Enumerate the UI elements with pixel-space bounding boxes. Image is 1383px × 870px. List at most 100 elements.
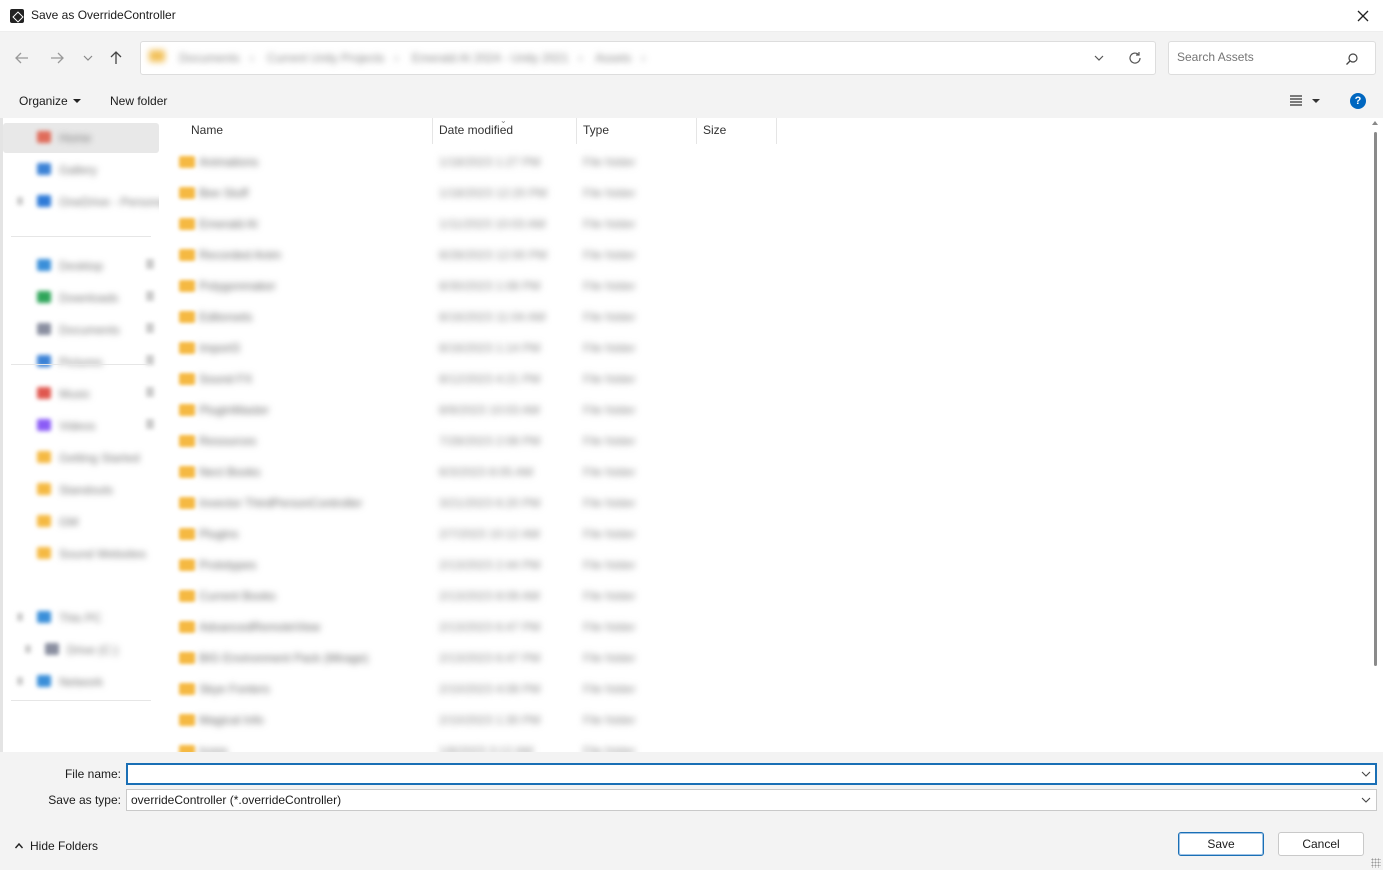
- save-button[interactable]: Save: [1178, 832, 1264, 856]
- table-row[interactable]: PluginMaster 8/9/2023 10:03 AM File folder: [159, 394, 759, 425]
- sidebar-item[interactable]: Desktop: [3, 251, 159, 281]
- download-icon: [37, 291, 51, 303]
- back-button[interactable]: [12, 48, 32, 68]
- table-row[interactable]: Skye Fonters 2/10/2023 4:08 PM File folder: [159, 673, 759, 704]
- table-row[interactable]: Nect Books 6/3/2023 8:05 AM File folder: [159, 456, 759, 487]
- breadcrumb-item[interactable]: Current Unity Projects: [267, 51, 384, 65]
- chevron-right-icon[interactable]: [25, 645, 31, 653]
- column-size[interactable]: Size: [703, 123, 726, 137]
- breadcrumb-item[interactable]: Assets: [595, 51, 631, 65]
- file-name-cell: Emerald AI: [199, 217, 258, 231]
- table-row[interactable]: Current Books 2/13/2023 8:09 AM File folde…: [159, 580, 759, 611]
- table-row[interactable]: Recorded Anim 8/28/2023 12:00 PM File fold…: [159, 239, 759, 270]
- help-icon[interactable]: ?: [1350, 93, 1366, 109]
- column-type[interactable]: Type: [583, 123, 609, 137]
- up-button[interactable]: [106, 48, 126, 68]
- sidebar-item[interactable]: This PC: [3, 603, 159, 633]
- column-divider[interactable]: [576, 118, 577, 144]
- search-input[interactable]: [1177, 50, 1337, 64]
- address-bar[interactable]: Documents › Current Unity Projects › Emera…: [140, 41, 1156, 75]
- sidebar-item[interactable]: Home: [3, 123, 159, 153]
- sidebar-divider: [11, 364, 151, 365]
- date-modified-cell: 8/16/2023 1:14 PM: [439, 341, 541, 355]
- sidebar-item[interactable]: GM: [3, 507, 159, 537]
- date-modified-cell: 1/8/2023 3:12 AM: [439, 744, 534, 752]
- view-options-icon[interactable]: [1289, 94, 1303, 106]
- new-folder-button[interactable]: New folder: [110, 94, 167, 108]
- column-date-modified[interactable]: Date modified: [439, 123, 513, 137]
- folder-icon: [37, 451, 51, 463]
- table-row[interactable]: Icons 1/8/2023 3:12 AM File folder: [159, 735, 759, 752]
- breadcrumb-item[interactable]: Emerald AI 2024 - Unity 2021: [412, 51, 569, 65]
- view-options-dropdown[interactable]: [1312, 99, 1320, 103]
- scroll-thumb[interactable]: [1374, 132, 1377, 666]
- organize-button[interactable]: Organize: [19, 94, 81, 108]
- table-row[interactable]: Plugins 2/7/2023 10:12 AM File folder: [159, 518, 759, 549]
- table-row[interactable]: AdvancedRemoteView 2/13/2023 6:47 PM File …: [159, 611, 759, 642]
- vertical-scrollbar[interactable]: [1367, 118, 1383, 752]
- table-row[interactable]: Sound FX 8/12/2023 4:21 PM File folder: [159, 363, 759, 394]
- chevron-right-icon[interactable]: [17, 197, 23, 205]
- network-icon: [37, 675, 51, 687]
- close-button[interactable]: [1351, 4, 1375, 28]
- sidebar-item[interactable]: Standouts: [3, 475, 159, 505]
- sidebar-item[interactable]: Music: [3, 379, 159, 409]
- date-modified-cell: 2/13/2023 8:09 AM: [439, 589, 540, 603]
- table-row[interactable]: Animations 1/18/2023 1:27 PM File folder: [159, 146, 759, 177]
- table-row[interactable]: Prototypes 2/13/2023 2:44 PM File folder: [159, 549, 759, 580]
- table-row[interactable]: Invector ThirdPersonController 3/21/2023 …: [159, 487, 759, 518]
- computer-icon: [37, 611, 51, 623]
- file-name-cell: Editorsets: [199, 310, 253, 324]
- sidebar-item[interactable]: Downloads: [3, 283, 159, 313]
- sidebar-item[interactable]: Network: [3, 667, 159, 697]
- refresh-button[interactable]: [1127, 50, 1143, 66]
- file-name-field[interactable]: [126, 763, 1377, 785]
- table-row[interactable]: Resources 7/28/2023 2:08 PM File folder: [159, 425, 759, 456]
- search-icon: [1346, 53, 1358, 65]
- scroll-up-icon[interactable]: [1372, 121, 1378, 125]
- chevron-right-icon[interactable]: [17, 677, 23, 685]
- table-row[interactable]: Editorsets 8/16/2023 11:04 AM File folder: [159, 301, 759, 332]
- sidebar-item[interactable]: OneDrive - Personal: [3, 187, 159, 217]
- chevron-right-icon[interactable]: [17, 613, 23, 621]
- recent-locations-button[interactable]: [78, 48, 98, 68]
- breadcrumb-item[interactable]: Documents: [179, 51, 240, 65]
- table-row[interactable]: Import3 8/16/2023 1:14 PM File folder: [159, 332, 759, 363]
- sidebar-item[interactable]: Drive (C:): [3, 635, 159, 665]
- folder-icon: [179, 621, 195, 633]
- date-modified-cell: 2/13/2023 6:47 PM: [439, 620, 541, 634]
- column-name[interactable]: Name: [191, 123, 223, 137]
- file-name-cell: Animations: [199, 155, 259, 169]
- type-cell: File folder: [583, 713, 636, 727]
- table-row[interactable]: Emerald AI 1/11/2023 10:03 AM File folder: [159, 208, 759, 239]
- table-row[interactable]: Bee Stuff 1/18/2023 12:20 PM File folder: [159, 177, 759, 208]
- file-name-input[interactable]: [131, 766, 1341, 782]
- resize-grip[interactable]: [1371, 858, 1381, 868]
- forward-button[interactable]: [47, 48, 67, 68]
- table-row[interactable]: Magical Info 2/10/2023 1:30 PM File folder: [159, 704, 759, 735]
- search-box[interactable]: [1168, 41, 1376, 75]
- sidebar-item[interactable]: Sound Websites: [3, 539, 159, 569]
- cancel-button[interactable]: Cancel: [1278, 832, 1364, 856]
- column-divider[interactable]: [696, 118, 697, 144]
- breadcrumb[interactable]: Documents › Current Unity Projects › Emera…: [141, 42, 661, 74]
- save-as-type-select[interactable]: overrideController (*.overrideController…: [126, 789, 1377, 811]
- folder-icon: [179, 652, 195, 664]
- file-name-cell: AdvancedRemoteView: [199, 620, 321, 634]
- pin-icon: [146, 387, 154, 397]
- table-row[interactable]: BIG Environment Pack (Mirage) 2/13/2023 6…: [159, 642, 759, 673]
- address-history-dropdown[interactable]: [1091, 50, 1107, 66]
- pin-icon: [146, 419, 154, 429]
- column-divider[interactable]: [432, 118, 433, 144]
- file-name-cell: Nect Books: [199, 465, 261, 479]
- column-divider[interactable]: [776, 118, 777, 144]
- organize-label: Organize: [19, 94, 68, 108]
- sidebar-item[interactable]: Pictures: [3, 347, 159, 377]
- sidebar-item[interactable]: Gallery: [3, 155, 159, 185]
- sidebar-item[interactable]: Documents: [3, 315, 159, 345]
- chevron-down-icon[interactable]: [1360, 768, 1372, 780]
- hide-folders-button[interactable]: Hide Folders: [14, 839, 98, 853]
- table-row[interactable]: Polygonmaker 8/30/2023 1:08 PM File folder: [159, 270, 759, 301]
- sidebar-item[interactable]: Videos: [3, 411, 159, 441]
- sidebar-item[interactable]: Getting Started: [3, 443, 159, 473]
